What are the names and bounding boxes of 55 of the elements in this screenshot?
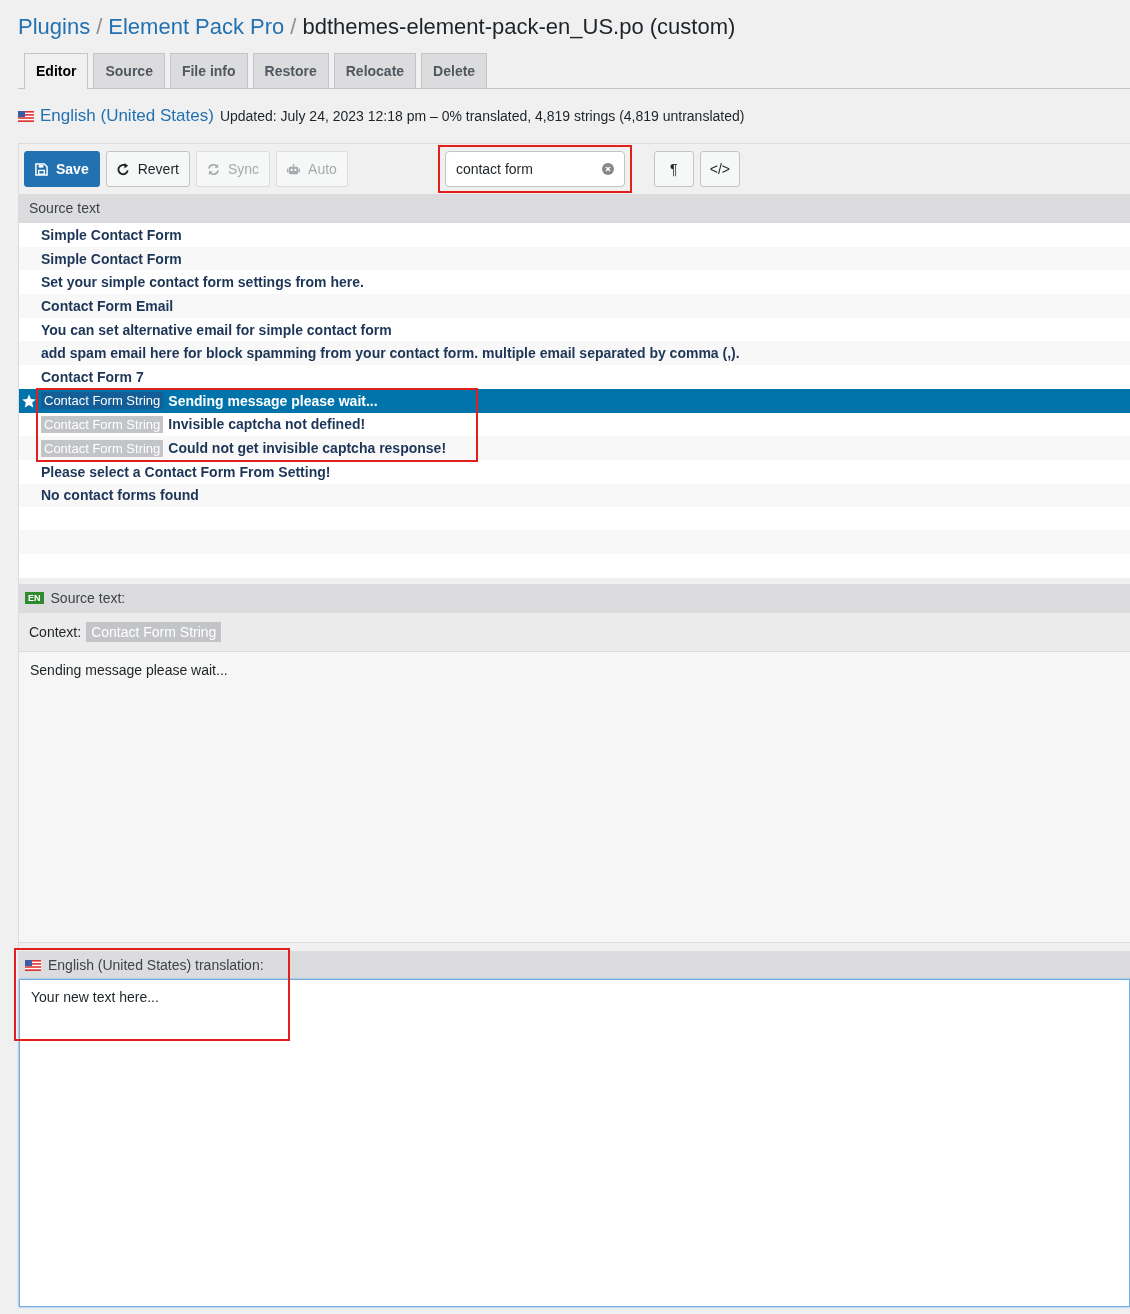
search-field[interactable]: contact form — [444, 151, 625, 187]
star-icon — [22, 393, 36, 408]
context-tag: Contact Form String — [41, 392, 164, 410]
tab[interactable]: Editor — [24, 53, 89, 89]
locale-summary: Updated: July 24, 2023 12:18 pm – 0% translated, 4,819 strings (4,819 untranslated) — [219, 108, 745, 124]
context-tag: Contact Form String — [41, 415, 164, 433]
source-string: Invisible captcha not defined! — [168, 416, 366, 433]
toolbar-button[interactable]: Save — [24, 151, 100, 187]
sync-icon — [206, 162, 220, 176]
source-string: You can set alternative email for simple contact form — [41, 321, 392, 338]
context-label: Context: — [29, 624, 82, 641]
source-text-area: Sending message please wait... — [19, 652, 1130, 944]
separator: / — [96, 14, 103, 40]
clear-icon[interactable] — [601, 163, 614, 175]
tab[interactable]: Relocate — [333, 53, 417, 88]
panel-label: Source text: — [50, 590, 126, 607]
separator: / — [290, 14, 297, 40]
tab[interactable]: Source — [93, 53, 165, 88]
context-tag: Contact Form String — [41, 439, 164, 457]
source-string: No contact forms found — [41, 487, 199, 504]
source-string: Simple Contact Form — [41, 226, 182, 243]
robot-icon — [287, 162, 301, 176]
panel-label: English (United States) translation: — [48, 957, 264, 974]
page-title: bdthemes-element-pack-en_US.po (custom) — [302, 14, 736, 40]
source-string: Sending message please wait... — [168, 392, 378, 409]
breadcrumb-link[interactable]: Plugins — [18, 14, 91, 40]
source-string: Contact Form Email — [41, 297, 174, 314]
string-row[interactable]: Contact Form String Sending message please wait... — [19, 388, 1130, 413]
toolbar-button[interactable]: Revert — [105, 151, 190, 187]
string-row[interactable]: Simple Contact Form — [19, 246, 1130, 271]
flag-icon — [25, 959, 41, 971]
source-string: Could not get invisible captcha response! — [168, 440, 447, 457]
locale-link[interactable]: English (United States) — [40, 106, 214, 126]
undo-icon — [116, 162, 130, 176]
language-badge: EN — [25, 592, 44, 605]
tab[interactable]: Delete — [421, 53, 488, 88]
flag-icon — [18, 110, 34, 122]
breadcrumb-link[interactable]: Element Pack Pro — [108, 14, 285, 40]
string-row[interactable]: Contact Form Email — [19, 294, 1130, 318]
column-header: Source text — [19, 194, 1130, 223]
source-string: Contact Form 7 — [41, 368, 144, 385]
toggle-button[interactable]: ¶ — [653, 151, 694, 187]
tab[interactable]: Restore — [252, 53, 329, 88]
tab[interactable]: File info — [169, 53, 248, 88]
save-icon — [35, 162, 48, 176]
toggle-button[interactable]: </> — [699, 151, 740, 187]
string-row[interactable]: No contact forms found — [19, 483, 1130, 508]
source-string: Please select a Contact Form From Setting! — [41, 463, 331, 480]
string-row[interactable]: add spam email here for block spamming from your contact form. multiple email separated by comma (,). — [19, 341, 1130, 366]
source-string: Simple Contact Form — [41, 250, 182, 267]
string-row[interactable]: Contact Form String Could not get invisible captcha response! — [19, 436, 1130, 460]
source-string: add spam email here for block spamming from your contact form. multiple email separated by comma (,). — [41, 345, 740, 362]
source-string: Set your simple contact form settings from here. — [41, 274, 364, 291]
translation-field[interactable]: Your new text here... — [19, 979, 1130, 1308]
context-tag: Contact Form String — [86, 622, 222, 643]
